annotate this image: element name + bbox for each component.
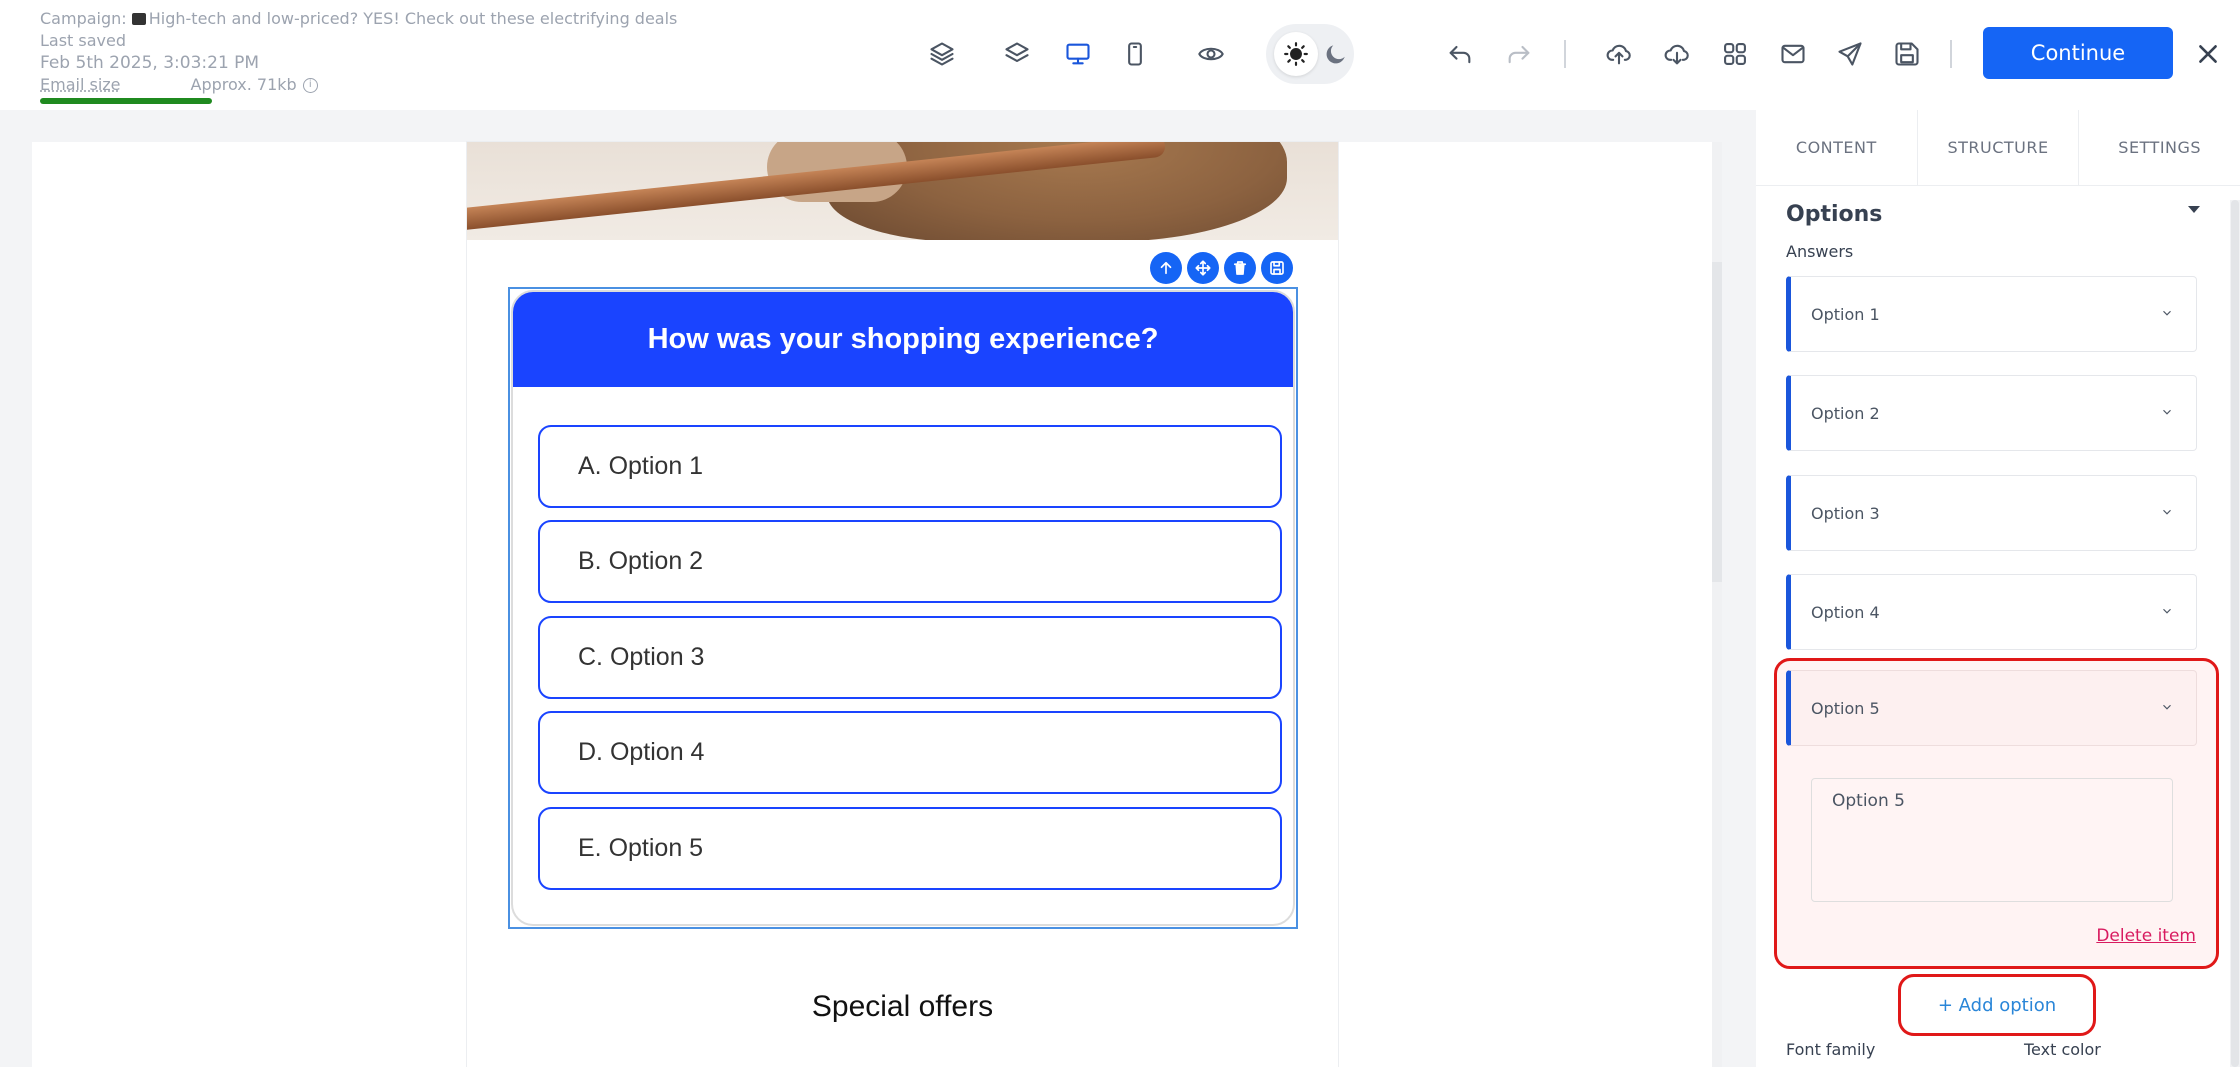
send-icon[interactable] [1830, 34, 1870, 74]
answer-accordion-label: Option 4 [1811, 602, 1880, 622]
poll-option-d[interactable]: D. Option 4 [538, 711, 1282, 794]
hero-image[interactable] [467, 142, 1338, 240]
add-option-button[interactable]: + Add option [1938, 995, 2056, 1016]
layers-icon[interactable] [997, 34, 1037, 74]
laptop-icon [131, 13, 146, 25]
info-icon[interactable]: i [302, 78, 318, 93]
chevron-down-icon [2160, 305, 2174, 324]
chevron-down-icon [2160, 504, 2174, 523]
font-family-label: Font family [1786, 1040, 1876, 1059]
canvas-scrollbar[interactable] [1712, 142, 1722, 1067]
answer-accordion-1[interactable]: Option 1 [1786, 276, 2197, 352]
poll-option-a[interactable]: A. Option 1 [538, 425, 1282, 508]
theme-toggle[interactable] [1266, 24, 1354, 84]
sun-icon[interactable] [1274, 32, 1318, 76]
chevron-down-icon [2160, 603, 2174, 622]
eye-icon[interactable] [1191, 34, 1231, 74]
answer-accordion-3[interactable]: Option 3 [1786, 475, 2197, 551]
option-text-input[interactable]: Option 5 [1811, 778, 2173, 902]
answer-accordion-label: Option 2 [1811, 403, 1880, 423]
block-toolbar [1150, 252, 1293, 284]
panel-tabs: CONTENT STRUCTURE SETTINGS [1756, 110, 2240, 186]
toolbar-divider-2 [1950, 40, 1952, 68]
redo-icon[interactable] [1499, 34, 1539, 74]
download-icon[interactable] [1657, 34, 1697, 74]
last-saved-label: Last saved [40, 31, 127, 50]
special-offers-heading: Special offers [811, 990, 994, 1023]
grid-icon[interactable] [1715, 34, 1755, 74]
email-preview: How was your shopping experience? A. Opt… [467, 142, 1338, 1067]
panel-scrollbar[interactable] [2230, 200, 2240, 1067]
add-option-highlight: + Add option [1898, 974, 2096, 1036]
caret-down-icon[interactable] [2188, 206, 2200, 213]
desktop-icon[interactable] [1058, 34, 1098, 74]
poll-option-c[interactable]: C. Option 3 [538, 616, 1282, 699]
close-icon[interactable] [2188, 34, 2228, 74]
panel-scroll-thumb[interactable] [2231, 200, 2239, 1067]
delete-item-link[interactable]: Delete item [2096, 926, 2196, 946]
email-size-value: Approx. 71kb [190, 75, 297, 94]
delete-icon[interactable] [1224, 252, 1256, 284]
toolbar-divider [1564, 40, 1566, 68]
email-size-bar [40, 98, 212, 104]
campaign-name: High-tech and low-priced? YES! Check out… [148, 9, 678, 28]
answer-accordion-5[interactable]: Option 5 [1786, 670, 2197, 746]
answer-accordion-2[interactable]: Option 2 [1786, 375, 2197, 451]
answer-accordion-4[interactable]: Option 4 [1786, 574, 2197, 650]
email-size-value-wrap: Approx. 71kb i [191, 74, 318, 96]
canvas-scroll-thumb[interactable] [1712, 262, 1722, 582]
poll-block-selection[interactable]: How was your shopping experience? A. Opt… [508, 287, 1298, 929]
poll-option-b[interactable]: B. Option 2 [538, 520, 1282, 603]
poll-block: How was your shopping experience? A. Opt… [511, 290, 1295, 926]
mail-icon[interactable] [1773, 34, 1813, 74]
campaign-title: Campaign: High-tech and low-priced? YES!… [40, 8, 677, 30]
upload-icon[interactable] [1599, 34, 1639, 74]
answers-label: Answers [1786, 242, 1854, 261]
drag-icon[interactable] [1187, 252, 1219, 284]
tab-content[interactable]: CONTENT [1756, 110, 1918, 185]
continue-button[interactable]: Continue [1983, 27, 2173, 79]
chevron-down-icon [2160, 699, 2174, 718]
save-icon[interactable] [1887, 34, 1927, 74]
text-color-label: Text color [2024, 1040, 2101, 1059]
poll-question: How was your shopping experience? [513, 292, 1293, 387]
campaign-meta: Campaign: High-tech and low-priced? YES!… [40, 8, 677, 96]
editor-canvas: How was your shopping experience? A. Opt… [32, 142, 1712, 1067]
properties-panel: CONTENT STRUCTURE SETTINGS Options Answe… [1756, 110, 2240, 1067]
answer-accordion-5-expanded: Option 5 Option 5 Delete item [1774, 658, 2219, 969]
moon-icon[interactable] [1322, 40, 1350, 68]
save-block-icon[interactable] [1261, 252, 1293, 284]
move-up-icon[interactable] [1150, 252, 1182, 284]
last-saved-time: Feb 5th 2025, 3:03:21 PM [40, 53, 260, 73]
poll-option-e[interactable]: E. Option 5 [538, 807, 1282, 890]
campaign-prefix: Campaign: [40, 9, 127, 28]
answer-accordion-label: Option 3 [1811, 503, 1880, 523]
options-section-title[interactable]: Options [1786, 202, 1882, 227]
email-size-label: Email size [40, 75, 121, 94]
chevron-down-icon [2160, 404, 2174, 423]
layers-outline-icon[interactable] [922, 34, 962, 74]
mobile-icon[interactable] [1115, 34, 1155, 74]
top-bar: Campaign: High-tech and low-priced? YES!… [0, 0, 2240, 110]
answer-accordion-label: Option 1 [1811, 304, 1880, 324]
undo-icon[interactable] [1440, 34, 1480, 74]
answer-accordion-label: Option 5 [1811, 698, 1880, 718]
email-size-row: Email size Approx. 71kb i [40, 74, 677, 96]
tab-settings[interactable]: SETTINGS [2079, 110, 2240, 185]
tab-structure[interactable]: STRUCTURE [1918, 110, 2080, 185]
